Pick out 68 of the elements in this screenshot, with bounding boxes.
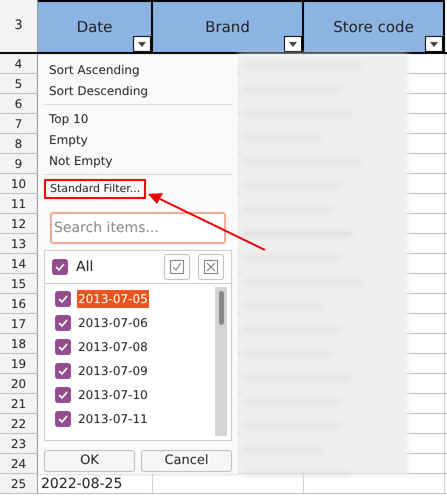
row-header: 3 (0, 0, 38, 52)
menu-item[interactable]: Empty (44, 129, 232, 150)
checkbox[interactable] (55, 291, 71, 307)
list-item[interactable]: 2013-07-09 (77, 362, 149, 380)
table-cell: 2022-08-25 (41, 476, 122, 490)
column-header: Date (38, 0, 153, 52)
check-icon (57, 413, 69, 425)
deselect-all-button[interactable] (198, 254, 224, 280)
column-header: Store code (304, 0, 445, 52)
caret-icon (289, 42, 297, 46)
menu-item[interactable]: Sort Descending (44, 80, 232, 101)
checkbox[interactable] (55, 339, 71, 355)
search-field[interactable]: Search items... (50, 212, 226, 244)
checkbox[interactable] (55, 315, 71, 331)
checkbox-label: All (76, 258, 94, 276)
checkbox[interactable] (55, 411, 71, 427)
row-header: 15 (0, 274, 38, 293)
menu-item[interactable]: Standard Filter... (44, 179, 146, 199)
list-item[interactable]: 2013-07-05 (77, 290, 149, 308)
row-header: 22 (0, 414, 38, 433)
row-header: 4 (0, 54, 38, 73)
row-header: 17 (0, 314, 38, 333)
menu-item[interactable]: Top 10 (44, 108, 232, 129)
column-header: Brand (153, 0, 304, 52)
checkbox[interactable] (52, 259, 68, 275)
menu-item[interactable]: Sort Ascending (44, 59, 232, 80)
caret-icon (138, 42, 146, 46)
row-header: 19 (0, 354, 38, 373)
row-header: 12 (0, 214, 38, 233)
scrollbar[interactable] (215, 287, 227, 436)
row-header: 10 (0, 174, 38, 193)
check-icon (57, 341, 69, 353)
row-header: 20 (0, 374, 38, 393)
check-icon (170, 260, 184, 274)
menu-item[interactable]: Not Empty (44, 150, 232, 171)
list-item[interactable]: 2013-07-08 (77, 338, 149, 356)
row-header: 16 (0, 294, 38, 313)
row-header: 25 (0, 474, 38, 493)
list-item[interactable]: 2013-07-11 (77, 410, 149, 428)
close-icon (204, 260, 218, 274)
row-header: 11 (0, 194, 38, 213)
ok-button[interactable]: OK (44, 450, 135, 472)
check-icon (54, 261, 66, 273)
row-header: 5 (0, 74, 38, 93)
row-header: 6 (0, 94, 38, 113)
row-header: 13 (0, 234, 38, 253)
checkbox[interactable] (55, 363, 71, 379)
check-icon (57, 317, 69, 329)
check-icon (57, 365, 69, 377)
row-header: 21 (0, 394, 38, 413)
row-header: 24 (0, 454, 38, 473)
row-header: 9 (0, 154, 38, 173)
row-header: 7 (0, 114, 38, 133)
row-header: 23 (0, 434, 38, 453)
filter-dropdown-button[interactable] (425, 36, 443, 52)
check-icon (57, 293, 69, 305)
filter-dropdown-button[interactable] (133, 36, 151, 52)
cancel-button[interactable]: Cancel (141, 450, 232, 472)
filter-dropdown-button[interactable] (284, 36, 302, 52)
select-all-button[interactable] (164, 254, 190, 280)
row-header: 14 (0, 254, 38, 273)
checkbox[interactable] (55, 387, 71, 403)
check-icon (57, 389, 69, 401)
list-item[interactable]: 2013-07-10 (77, 386, 149, 404)
list-item[interactable]: 2013-07-06 (77, 314, 149, 332)
row-header: 18 (0, 334, 38, 353)
row-header: 8 (0, 134, 38, 153)
caret-icon (430, 42, 438, 46)
